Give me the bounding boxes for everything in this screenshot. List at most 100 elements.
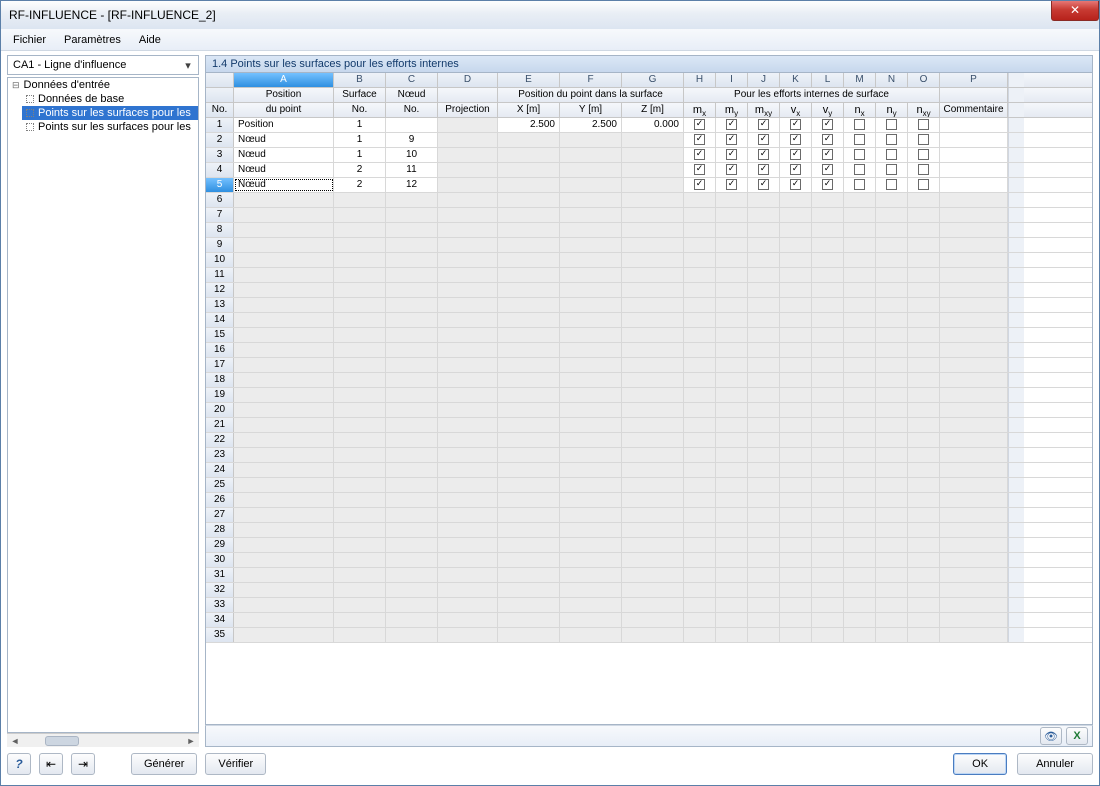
table-row[interactable]: 23 [206,448,1092,463]
cell[interactable] [560,343,622,357]
row-number[interactable]: 10 [206,253,234,267]
cell[interactable] [780,493,812,507]
cell[interactable] [498,553,560,567]
cell[interactable] [716,223,748,237]
cell[interactable] [812,418,844,432]
cell[interactable] [498,283,560,297]
table-row[interactable]: 34 [206,613,1092,628]
cell[interactable] [812,463,844,477]
cell[interactable] [438,598,498,612]
cell[interactable] [386,118,438,132]
cell[interactable] [844,403,876,417]
cell[interactable] [876,148,908,162]
cell[interactable] [748,433,780,447]
cell[interactable] [876,343,908,357]
cell[interactable] [908,583,940,597]
checkbox[interactable] [886,119,897,130]
column-letter[interactable]: A [234,73,334,87]
cell[interactable] [234,343,334,357]
cell[interactable] [716,328,748,342]
checkbox[interactable] [694,134,705,145]
cell[interactable] [844,163,876,177]
cell[interactable] [334,373,386,387]
checkbox[interactable] [790,179,801,190]
cell[interactable] [748,208,780,222]
cell[interactable] [748,298,780,312]
cell[interactable] [386,328,438,342]
cell[interactable] [334,403,386,417]
cell[interactable] [438,538,498,552]
cell[interactable] [438,328,498,342]
cell[interactable] [386,283,438,297]
cell[interactable] [684,163,716,177]
cell[interactable] [386,433,438,447]
cell[interactable] [386,553,438,567]
cell[interactable] [716,388,748,402]
column-letter[interactable]: H [684,73,716,87]
cell[interactable] [438,493,498,507]
cell[interactable] [876,178,908,192]
checkbox[interactable] [726,149,737,160]
cell[interactable] [908,493,940,507]
cell[interactable] [438,283,498,297]
tree-item[interactable]: Données de base [22,92,198,106]
cell[interactable] [498,148,560,162]
cell[interactable] [844,568,876,582]
checkbox[interactable] [822,134,833,145]
cell[interactable]: 9 [386,133,438,147]
cell[interactable] [438,148,498,162]
cell[interactable] [234,193,334,207]
cell[interactable] [622,583,684,597]
cell[interactable] [940,118,1008,132]
cell[interactable] [908,418,940,432]
cell[interactable] [498,163,560,177]
cell[interactable] [940,163,1008,177]
cell[interactable] [716,538,748,552]
cell[interactable] [560,148,622,162]
cell[interactable] [234,418,334,432]
row-number[interactable]: 2 [206,133,234,147]
title-bar[interactable]: RF-INFLUENCE - [RF-INFLUENCE_2] ✕ [1,1,1099,29]
ok-button[interactable]: OK [953,753,1007,775]
row-number[interactable]: 12 [206,283,234,297]
cell[interactable] [812,118,844,132]
cell[interactable] [876,583,908,597]
cell[interactable] [748,253,780,267]
row-number[interactable]: 21 [206,418,234,432]
cell[interactable] [716,118,748,132]
cell[interactable] [234,523,334,537]
cell[interactable] [780,283,812,297]
cell[interactable] [498,598,560,612]
cell[interactable] [334,613,386,627]
cell[interactable] [716,268,748,282]
cell[interactable] [812,178,844,192]
cell[interactable] [560,223,622,237]
cell[interactable] [812,163,844,177]
cell[interactable] [876,253,908,267]
col-x[interactable]: X [m] [498,103,560,117]
cell[interactable] [748,553,780,567]
cell[interactable] [716,253,748,267]
row-number[interactable]: 14 [206,313,234,327]
cell[interactable] [334,208,386,222]
cell[interactable] [716,553,748,567]
cell[interactable] [684,613,716,627]
checkbox[interactable] [822,179,833,190]
cell[interactable] [780,568,812,582]
cell[interactable] [334,463,386,477]
table-row[interactable]: 14 [206,313,1092,328]
col-z[interactable]: Z [m] [622,103,684,117]
cell[interactable] [940,418,1008,432]
checkbox[interactable] [918,179,929,190]
nav-tree[interactable]: Données d'entrée Données de basePoints s… [7,77,199,733]
cell[interactable] [622,538,684,552]
row-number[interactable]: 35 [206,628,234,642]
cell[interactable] [748,223,780,237]
cell[interactable] [560,178,622,192]
cell[interactable] [438,343,498,357]
cell[interactable] [438,313,498,327]
table-row[interactable]: 13 [206,298,1092,313]
cell[interactable] [684,523,716,537]
cell[interactable] [234,433,334,447]
cell[interactable] [386,538,438,552]
